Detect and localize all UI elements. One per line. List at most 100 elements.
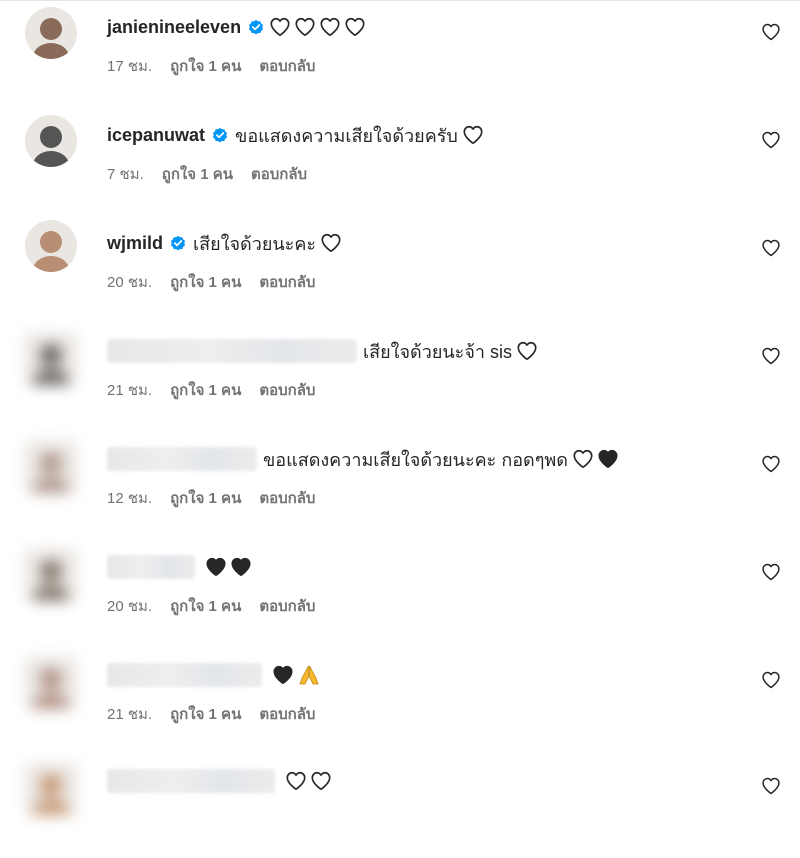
comment-line (107, 766, 332, 796)
avatar[interactable] (25, 220, 77, 272)
comment-item: janienineeleven 17 ชม. ถูกใจ 1 คน ตอบกลับ (0, 4, 800, 104)
likes-count[interactable]: ถูกใจ 1 คน (170, 486, 241, 510)
likes-count[interactable]: ถูกใจ 1 คน (170, 702, 241, 726)
blurred-username[interactable] (107, 339, 357, 363)
comment-item: 21 ชม. ถูกใจ 1 คน ตอบกลับ (0, 652, 800, 752)
timestamp: 20 ชม. (107, 598, 153, 615)
like-button[interactable] (761, 22, 781, 42)
blurred-username[interactable] (107, 769, 275, 793)
comment-text: ขอแสดงความเสียใจด้วยครับ (235, 125, 458, 146)
like-button[interactable] (761, 346, 781, 366)
timestamp: 21 ชม. (107, 706, 153, 723)
likes-count[interactable]: ถูกใจ 1 คน (170, 54, 241, 78)
comment-item: ขอแสดงความเสียใจด้วยนะคะ กอดๆพด 12 ชม. ถูก… (0, 436, 800, 536)
like-button[interactable] (761, 562, 781, 582)
emoji-group (462, 124, 484, 146)
reply-button[interactable]: ตอบกลับ (251, 162, 307, 186)
black-heart-emoji (273, 665, 293, 685)
white-heart-emoji (311, 771, 331, 791)
comment-text: เสียใจด้วยนะจ้า sis (363, 341, 512, 362)
heart-outline-icon (762, 671, 780, 689)
emoji-group (572, 448, 619, 470)
like-button[interactable] (761, 670, 781, 690)
top-divider (0, 0, 800, 1)
reply-button[interactable]: ตอบกลับ (259, 702, 315, 726)
comment-line: เสียใจด้วยนะจ้า sis (107, 336, 538, 366)
reply-button[interactable]: ตอบกลับ (259, 54, 315, 78)
heart-outline-icon (762, 23, 780, 41)
folded-hands-emoji (299, 665, 319, 685)
like-button[interactable] (761, 454, 781, 474)
heart-outline-icon (762, 131, 780, 149)
comment-meta: 21 ชม. ถูกใจ 1 คน ตอบกลับ (107, 378, 315, 402)
likes-count[interactable]: ถูกใจ 1 คน (170, 270, 241, 294)
emoji-group (205, 556, 252, 578)
comment-item (0, 758, 800, 858)
heart-outline-icon (762, 563, 780, 581)
comment-line: ขอแสดงความเสียใจด้วยนะคะ กอดๆพด (107, 444, 619, 474)
comment-meta: 7 ชม. ถูกใจ 1 คน ตอบกลับ (107, 162, 307, 186)
heart-outline-icon (762, 239, 780, 257)
avatar[interactable] (25, 7, 77, 59)
heart-outline-icon (762, 455, 780, 473)
blurred-username[interactable] (107, 447, 257, 471)
comment-text: เสียใจด้วยนะคะ (193, 233, 317, 254)
white-heart-emoji (573, 449, 593, 469)
timestamp: 20 ชม. (107, 274, 153, 291)
verified-badge-icon (211, 126, 229, 144)
white-heart-emoji (270, 17, 290, 37)
likes-count[interactable]: ถูกใจ 1 คน (162, 162, 233, 186)
comment-item: icepanuwat ขอแสดงความเสียใจด้วยครับ 7 ชม. ถ… (0, 112, 800, 212)
comment-line: icepanuwat ขอแสดงความเสียใจด้วยครับ (107, 120, 484, 150)
avatar[interactable] (25, 441, 77, 493)
reply-button[interactable]: ตอบกลับ (259, 486, 315, 510)
avatar[interactable] (25, 657, 77, 709)
black-heart-emoji (231, 557, 251, 577)
like-button[interactable] (761, 776, 781, 796)
like-button[interactable] (761, 130, 781, 150)
username-link[interactable]: icepanuwat (107, 125, 205, 146)
username-link[interactable]: wjmild (107, 233, 163, 254)
comment-meta: 17 ชม. ถูกใจ 1 คน ตอบกลับ (107, 54, 315, 78)
comment-line: wjmild เสียใจด้วยนะคะ (107, 228, 342, 258)
verified-badge-icon (247, 18, 265, 36)
likes-count[interactable]: ถูกใจ 1 คน (170, 378, 241, 402)
comment-meta: 12 ชม. ถูกใจ 1 คน ตอบกลับ (107, 486, 315, 510)
comment-item: 20 ชม. ถูกใจ 1 คน ตอบกลับ (0, 544, 800, 644)
avatar[interactable] (25, 763, 77, 815)
likes-count[interactable]: ถูกใจ 1 คน (170, 594, 241, 618)
timestamp: 7 ชม. (107, 166, 144, 183)
heart-outline-icon (762, 777, 780, 795)
white-heart-emoji (295, 17, 315, 37)
comment-line: janienineeleven (107, 12, 366, 42)
comment-line (107, 660, 321, 690)
emoji-group (516, 340, 538, 362)
reply-button[interactable]: ตอบกลับ (259, 594, 315, 618)
emoji-group (320, 232, 342, 254)
blurred-username[interactable] (107, 555, 195, 579)
white-heart-emoji (321, 233, 341, 253)
username-link[interactable]: janienineeleven (107, 17, 241, 38)
emoji-group (269, 16, 366, 38)
timestamp: 21 ชม. (107, 382, 153, 399)
comment-meta: 21 ชม. ถูกใจ 1 คน ตอบกลับ (107, 702, 315, 726)
comment-meta: 20 ชม. ถูกใจ 1 คน ตอบกลับ (107, 270, 315, 294)
emoji-group (285, 770, 332, 792)
reply-button[interactable]: ตอบกลับ (259, 378, 315, 402)
timestamp: 12 ชม. (107, 490, 153, 507)
comment-line (107, 552, 252, 582)
avatar[interactable] (25, 115, 77, 167)
avatar[interactable] (25, 333, 77, 385)
heart-outline-icon (762, 347, 780, 365)
black-heart-emoji (206, 557, 226, 577)
blurred-username[interactable] (107, 663, 262, 687)
reply-button[interactable]: ตอบกลับ (259, 270, 315, 294)
timestamp: 17 ชม. (107, 58, 153, 75)
avatar[interactable] (25, 549, 77, 601)
white-heart-emoji (463, 125, 483, 145)
like-button[interactable] (761, 238, 781, 258)
emoji-group (272, 663, 321, 687)
white-heart-emoji (320, 17, 340, 37)
black-heart-emoji (598, 449, 618, 469)
comment-item: wjmild เสียใจด้วยนะคะ 20 ชม. ถูกใจ 1 คน ตอบก… (0, 220, 800, 320)
